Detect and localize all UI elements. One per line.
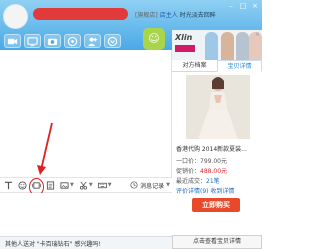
buy-now-button[interactable]: 立即购买 <box>192 198 240 212</box>
camera-button[interactable] <box>44 34 61 48</box>
video-icon <box>7 38 18 44</box>
status-message[interactable]: 其他人送对 "卡百瑞钻石" 感兴趣吗! <box>5 239 101 248</box>
emoji-icon <box>18 180 27 190</box>
product-photo-placeholder <box>186 75 250 139</box>
screen-share-button[interactable] <box>24 34 41 48</box>
font-button[interactable] <box>4 181 13 190</box>
mascot-icon[interactable]: ☺ <box>143 28 165 50</box>
ad-model-image <box>205 32 218 60</box>
side-tabs: 对方档案 宝贝详情 <box>172 60 262 72</box>
contact-name-redacted <box>33 8 128 20</box>
product-title[interactable]: 香港代购 2014新款夏装... <box>176 144 260 153</box>
arrow-annotation-icon <box>37 122 53 175</box>
send-file-button[interactable] <box>46 180 55 190</box>
window-controls: – □ × <box>227 2 259 10</box>
history-label: 消息记录 <box>140 182 165 190</box>
chevron-down-icon[interactable]: ▼ <box>89 182 93 188</box>
ad-banner[interactable]: Xlin × <box>172 30 262 60</box>
minimize-button[interactable]: – <box>227 2 235 10</box>
send-image-button[interactable] <box>60 181 69 190</box>
keyboard-icon <box>97 182 107 188</box>
promo-value: 488.00元 <box>200 168 228 175</box>
more-button[interactable] <box>104 34 121 48</box>
ad-model-image <box>236 32 249 60</box>
input-toolbar: ▼ ▼ ▼ 消息记录 ▼ <box>0 177 172 193</box>
shop-tag: [旗舰店] <box>135 12 158 19</box>
ad-cta <box>175 45 195 52</box>
camera-icon <box>47 38 58 45</box>
more-icon <box>107 36 118 46</box>
product-price: 一口价：799.00元 <box>176 158 227 165</box>
tab-item-details[interactable]: 宝贝详情 <box>217 60 262 72</box>
clock-icon <box>130 181 138 189</box>
close-button[interactable]: × <box>251 2 259 10</box>
reviews-link[interactable]: 评价详情(9) <box>176 188 209 195</box>
chat-message-area[interactable] <box>0 50 172 177</box>
font-icon <box>4 181 13 189</box>
file-icon <box>46 180 55 190</box>
product-image[interactable] <box>186 75 250 139</box>
chevron-down-icon: ▼ <box>166 182 170 188</box>
message-input[interactable] <box>0 193 172 236</box>
remote-assist-icon <box>67 36 78 46</box>
add-friend-button[interactable] <box>84 34 101 48</box>
product-details-panel: 香港代购 2014新款夏装... 一口价：799.00元 促销价：488.00元… <box>172 72 262 235</box>
scissors-icon <box>79 181 87 190</box>
add-friend-icon <box>87 37 98 46</box>
shop-owner-name[interactable]: 店主人 <box>160 10 178 19</box>
emoji-button[interactable] <box>18 180 27 190</box>
input-method-button[interactable] <box>97 181 107 190</box>
product-promo-price: 促销价：488.00元 <box>176 166 227 175</box>
ad-model-image <box>221 32 234 60</box>
sales-value: 21笔 <box>206 178 220 185</box>
ad-close-button[interactable]: × <box>255 31 260 38</box>
image-icon <box>60 181 69 189</box>
product-recent-sales: 最近成交：21笔 <box>176 176 220 185</box>
remote-assist-button[interactable] <box>64 34 81 48</box>
header-status: 时光淡去回眸 <box>179 12 216 19</box>
chat-toolbar <box>4 32 121 50</box>
gift-details-link[interactable]: 收到详情 <box>210 188 234 195</box>
ad-brand-logo: Xlin <box>175 33 193 42</box>
message-history-button[interactable]: 消息记录 ▼ <box>130 181 170 190</box>
avatar[interactable] <box>3 4 28 29</box>
header-info: [旗舰店] 店主人 时光淡去回眸 <box>135 10 223 20</box>
maximize-button[interactable]: □ <box>239 2 247 10</box>
screen-share-icon <box>27 36 38 46</box>
chevron-down-icon[interactable]: ▼ <box>108 182 112 188</box>
sales-label: 最近成交： <box>176 178 207 185</box>
tab-profile[interactable]: 对方档案 <box>172 60 217 72</box>
view-item-details-button[interactable]: 点击查看宝贝详情 <box>172 235 262 249</box>
screenshot-button[interactable] <box>79 181 88 190</box>
promo-label: 促销价： <box>176 168 201 175</box>
chevron-down-icon[interactable]: ▼ <box>70 182 74 188</box>
video-call-button[interactable] <box>4 34 21 48</box>
product-links: 评价详情(9) 收到详情 <box>176 186 234 195</box>
